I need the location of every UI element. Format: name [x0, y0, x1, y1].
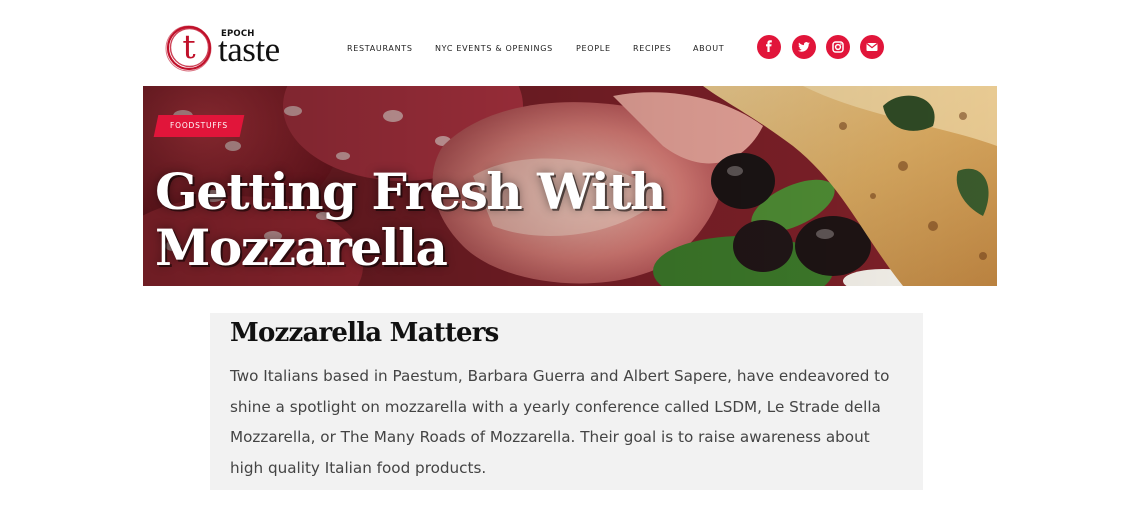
nav-item-people[interactable]: PEOPLE [576, 44, 611, 53]
nav-item-restaurants[interactable]: RESTAURANTS [347, 44, 413, 53]
hero-banner: FOODSTUFFS Getting Fresh With Mozzarella [143, 86, 997, 286]
instagram-icon[interactable] [826, 35, 850, 59]
section-heading: Mozzarella Matters [230, 318, 499, 348]
email-icon[interactable] [860, 35, 884, 59]
epoch-taste-logo[interactable]: t EPOCH taste [165, 24, 300, 74]
category-tag-label: FOODSTUFFS [170, 121, 228, 130]
category-tag[interactable]: FOODSTUFFS [153, 115, 245, 137]
nav-item-nyc-events[interactable]: NYC EVENTS & OPENINGS [435, 44, 553, 53]
nav-item-about[interactable]: ABOUT [693, 44, 724, 53]
nav-item-recipes[interactable]: RECIPES [633, 44, 671, 53]
logo-letter: t [182, 27, 196, 66]
facebook-icon[interactable] [757, 35, 781, 59]
article-section: Mozzarella Matters Two Italians based in… [210, 313, 923, 490]
logo-wordmark: taste [218, 30, 280, 69]
twitter-icon[interactable] [792, 35, 816, 59]
article-title: Getting Fresh With Mozzarella [155, 162, 666, 277]
section-body: Two Italians based in Paestum, Barbara G… [230, 367, 890, 477]
